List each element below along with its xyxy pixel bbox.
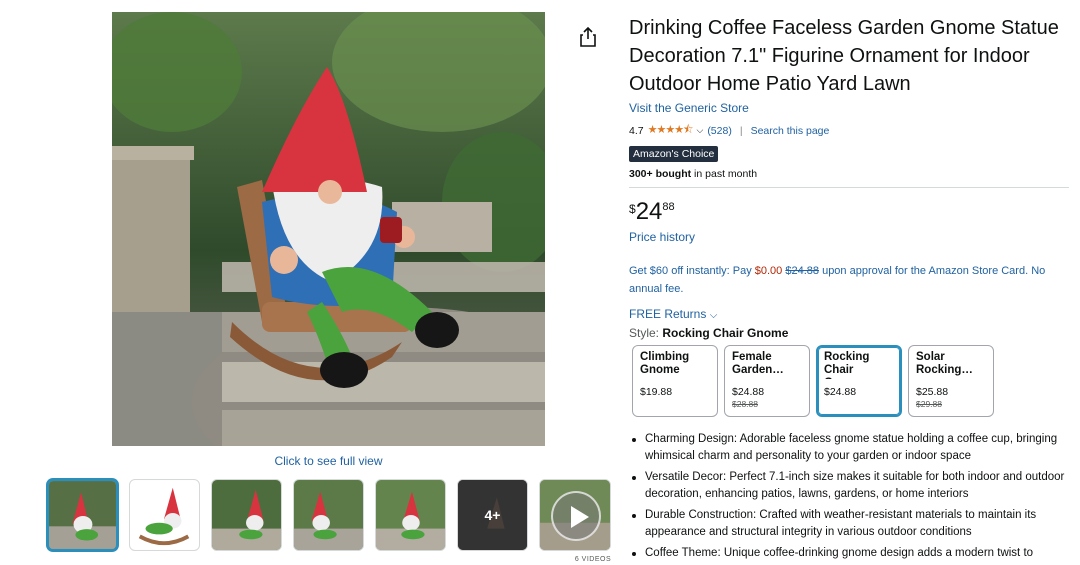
swatch-price: $24.88 (824, 386, 857, 398)
product-details: Drinking Coffee Faceless Garden Gnome St… (629, 14, 1069, 565)
promo-text-1: Get $60 off instantly: Pay (629, 265, 755, 277)
store-card-promo[interactable]: Get $60 off instantly: Pay $0.00 $24.88 … (629, 262, 1069, 298)
swatch-rocking-chair-gnome[interactable]: Rocking Chair Gnome $24.88 (816, 345, 902, 417)
feature-bullet: Durable Construction: Crafted with weath… (629, 507, 1069, 541)
bought-in-past-month: 300+ bought in past month (629, 168, 1069, 188)
amazons-choice-badge[interactable]: Amazon's Choice (629, 146, 719, 162)
thumbnail-5[interactable] (375, 479, 446, 551)
swatch-price: $19.88 (640, 386, 673, 398)
price-whole: 24 (635, 198, 663, 225)
price-fraction: 88 (662, 201, 675, 213)
search-page-link[interactable]: Search this page (751, 125, 830, 137)
swatch-price: $25.88 (916, 386, 949, 398)
swatch-female-garden[interactable]: Female Garden… $24.88 $28.88 (724, 345, 810, 417)
promo-zero-price: $0.00 (754, 265, 783, 277)
style-swatches: Climbing Gnome $19.88 Female Garden… $24… (629, 345, 1069, 417)
swatch-name: Female Garden… (732, 351, 784, 376)
share-icon[interactable] (578, 26, 598, 48)
play-icon[interactable] (551, 491, 601, 541)
price-history-link[interactable]: Price history (629, 230, 1069, 244)
swatch-name: Rocking Chair Gnome (824, 351, 870, 379)
thumbnail-1[interactable] (47, 479, 118, 551)
feature-bullet: Versatile Decor: Perfect 7.1-inch size m… (629, 469, 1069, 503)
more-images-count: 4+ (458, 480, 527, 550)
product-title: Drinking Coffee Faceless Garden Gnome St… (629, 17, 1059, 95)
videos-count-label: 6 VIDEOS (574, 556, 612, 563)
bought-count: 300+ bought (629, 168, 692, 180)
price-symbol: $ (629, 202, 636, 216)
swatch-name: Climbing Gnome (640, 351, 690, 376)
main-product-image[interactable] (112, 12, 545, 446)
full-view-link[interactable]: Click to see full view (112, 454, 545, 468)
thumbnail-2[interactable] (129, 479, 200, 551)
thumbnail-strip: 4+ 6 VIDEOS (47, 479, 611, 563)
feature-bullet: Charming Design: Adorable faceless gnome… (629, 431, 1069, 465)
price: $ 24 88 (629, 198, 1069, 226)
free-returns-link[interactable]: FREE Returns ⌵ (629, 307, 1069, 321)
divider: | (739, 124, 743, 137)
style-prefix: Style: (629, 326, 663, 340)
rating-value: 4.7 (629, 124, 644, 137)
swatch-climbing-gnome[interactable]: Climbing Gnome $19.88 (632, 345, 718, 417)
thumbnail-3[interactable] (211, 479, 282, 551)
chevron-down-icon[interactable]: ⌵ (696, 125, 703, 136)
style-selected-value: Rocking Chair Gnome (662, 326, 789, 340)
feature-bullets: Charming Design: Adorable faceless gnome… (629, 431, 1069, 562)
swatch-price: $24.88 (732, 386, 765, 398)
promo-strike-price: $24.88 (785, 265, 820, 277)
free-returns-label: FREE Returns (629, 307, 707, 321)
feature-bullet: Coffee Theme: Unique coffee-drinking gno… (629, 545, 1069, 562)
bought-suffix: in past month (691, 168, 758, 180)
style-selector-label: Style: Rocking Chair Gnome (629, 326, 1069, 340)
video-thumbnail[interactable] (539, 479, 611, 551)
swatch-list-price: $28.88 (732, 399, 758, 409)
swatch-name: Solar Rocking… (916, 351, 973, 376)
chevron-down-icon: ⌵ (709, 310, 718, 321)
swatch-solar-rocking[interactable]: Solar Rocking… $25.88 $29.88 (908, 345, 994, 417)
thumbnail-more[interactable]: 4+ (457, 479, 528, 551)
rating-count[interactable]: (528) (707, 125, 732, 137)
rating-row: 4.7 ★★★★⯪ ⌵ (528) | Search this page (629, 121, 1069, 140)
store-link[interactable]: Visit the Generic Store (629, 101, 1069, 115)
thumbnail-4[interactable] (293, 479, 364, 551)
star-rating-icon[interactable]: ★★★★⯪ (648, 121, 694, 140)
swatch-list-price: $29.88 (916, 399, 942, 409)
